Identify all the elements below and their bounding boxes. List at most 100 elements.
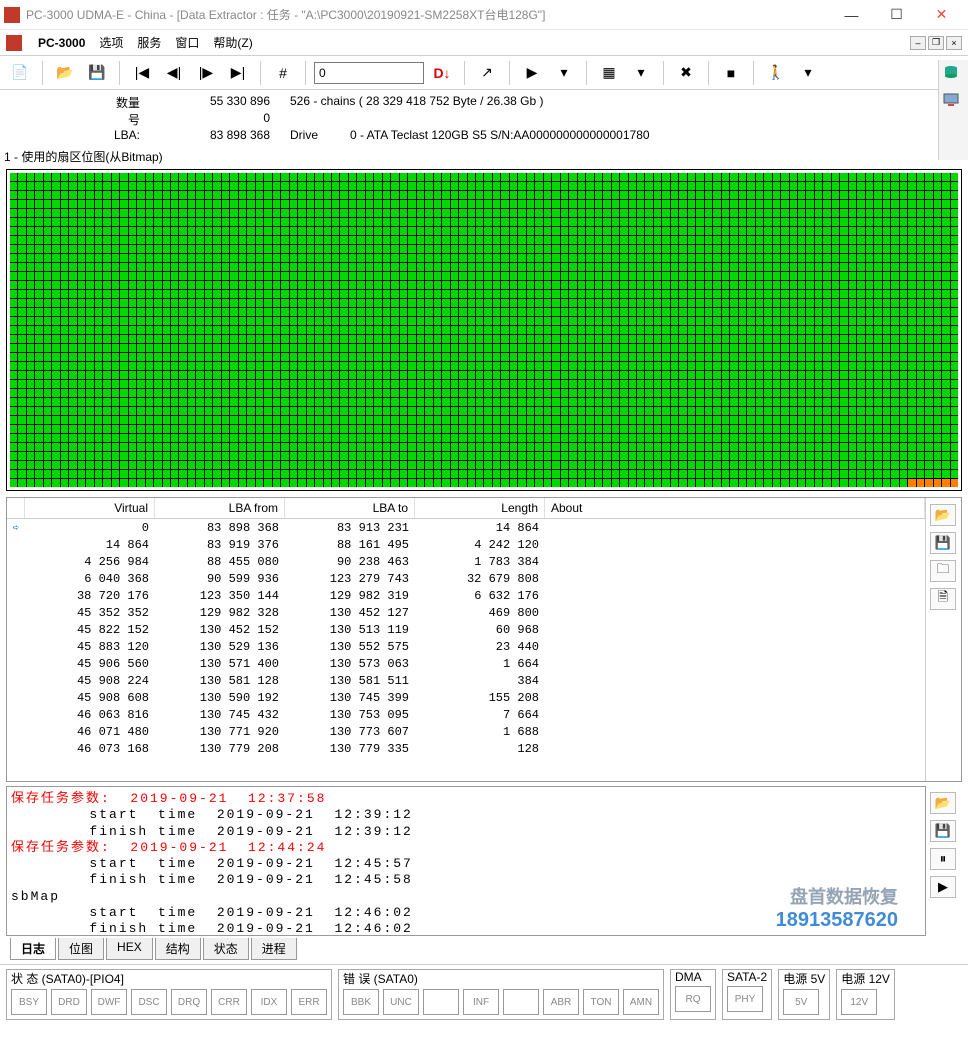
status-box: IDX bbox=[251, 989, 287, 1015]
next-button[interactable]: |▶ bbox=[192, 59, 220, 87]
table-row[interactable]: 38 720 176123 350 144129 982 3196 632 17… bbox=[7, 587, 925, 604]
mdi-minimize[interactable]: – bbox=[910, 36, 926, 50]
prev-button[interactable]: ◀| bbox=[160, 59, 188, 87]
tab-hex[interactable]: HEX bbox=[106, 938, 153, 960]
status-box: TON bbox=[583, 989, 619, 1015]
side-folder-button[interactable]: 🗀 bbox=[930, 560, 956, 582]
status-box: DRD bbox=[51, 989, 87, 1015]
status-box: AMN bbox=[623, 989, 659, 1015]
close-button[interactable]: ✕ bbox=[919, 1, 964, 29]
play-dd-button[interactable]: ▾ bbox=[550, 59, 578, 87]
col-length[interactable]: Length bbox=[415, 498, 545, 518]
status-title: 电源 12V bbox=[841, 970, 890, 987]
table-row[interactable]: 45 906 560130 571 400130 573 0631 664 bbox=[7, 655, 925, 672]
table-row[interactable]: 6 040 36890 599 936123 279 74332 679 808 bbox=[7, 570, 925, 587]
export-button[interactable]: ↗ bbox=[473, 59, 501, 87]
maximize-button[interactable]: ☐ bbox=[874, 1, 919, 29]
table-row[interactable]: 46 063 816130 745 432130 753 0957 664 bbox=[7, 706, 925, 723]
tab-bitmap[interactable]: 位图 bbox=[58, 938, 104, 960]
new-task-button[interactable]: 📄 bbox=[6, 59, 34, 87]
status-box: RQ bbox=[675, 986, 711, 1012]
side-doc-button[interactable]: 🗎 bbox=[930, 588, 956, 610]
status-box: CRR bbox=[211, 989, 247, 1015]
log-pause-button[interactable]: ⏸ bbox=[930, 848, 956, 870]
status-box: ERR bbox=[291, 989, 327, 1015]
exit-dd-button[interactable]: ▾ bbox=[794, 59, 822, 87]
status-group-pw5: 电源 5V 5V bbox=[778, 969, 830, 1020]
status-title: 电源 5V bbox=[783, 970, 825, 987]
window-title: PC-3000 UDMA-E - China - [Data Extractor… bbox=[26, 6, 829, 23]
watermark-line2: 18913587620 bbox=[776, 909, 898, 932]
status-box: ABR bbox=[543, 989, 579, 1015]
d-button[interactable]: D↓ bbox=[428, 59, 456, 87]
matrix-button[interactable]: ▦ bbox=[595, 59, 623, 87]
table-side-toolbar: 📂 💾 🗀 🗎 bbox=[925, 498, 961, 781]
col-lbato[interactable]: LBA to bbox=[285, 498, 415, 518]
log-side-toolbar: 📂 💾 ⏸ ▶ bbox=[926, 786, 962, 936]
log-play-button[interactable]: ▶ bbox=[930, 876, 956, 898]
side-save-button[interactable]: 💾 bbox=[930, 532, 956, 554]
status-bar: 状 态 (SATA0)-[PIO4]BSYDRDDWFDSCDRQCRRIDXE… bbox=[0, 964, 968, 1020]
table-row[interactable]: ➪083 898 36883 913 23114 864 bbox=[7, 519, 925, 536]
right-tool-column bbox=[938, 60, 968, 160]
open-button[interactable]: 📂 bbox=[51, 59, 79, 87]
save-button[interactable]: 💾 bbox=[83, 59, 111, 87]
tab-status[interactable]: 状态 bbox=[203, 938, 249, 960]
tab-struct[interactable]: 结构 bbox=[155, 938, 201, 960]
first-button[interactable]: |◀ bbox=[128, 59, 156, 87]
status-box: 5V bbox=[783, 989, 819, 1015]
table-row[interactable]: 46 071 480130 771 920130 773 6071 688 bbox=[7, 723, 925, 740]
bitmap-title: 1 - 使用的扇区位图(从Bitmap) bbox=[0, 146, 968, 167]
status-box bbox=[503, 989, 539, 1015]
menu-help[interactable]: 帮助(Z) bbox=[213, 34, 252, 51]
table-row[interactable]: 45 822 152130 452 152130 513 11960 968 bbox=[7, 621, 925, 638]
col-lbafrom[interactable]: LBA from bbox=[155, 498, 285, 518]
play-button[interactable]: ▶ bbox=[518, 59, 546, 87]
titlebar: PC-3000 UDMA-E - China - [Data Extractor… bbox=[0, 0, 968, 30]
num-label: 号 bbox=[10, 111, 150, 128]
exit-button[interactable]: 🚶 bbox=[762, 59, 790, 87]
status-title: 状 态 (SATA0)-[PIO4] bbox=[11, 970, 327, 987]
table-row[interactable]: 45 908 224130 581 128130 581 511384 bbox=[7, 672, 925, 689]
menu-options[interactable]: 选项 bbox=[99, 34, 123, 51]
table-row[interactable]: 45 352 352129 982 328130 452 127469 800 bbox=[7, 604, 925, 621]
row-pointer-icon: ➪ bbox=[13, 521, 20, 535]
tools-button[interactable]: ✖ bbox=[672, 59, 700, 87]
status-title: DMA bbox=[675, 970, 711, 984]
status-box: PHY bbox=[727, 986, 763, 1012]
status-box: DWF bbox=[91, 989, 127, 1015]
db-icon[interactable] bbox=[943, 64, 965, 86]
table-row[interactable]: 45 908 608130 590 192130 745 399155 208 bbox=[7, 689, 925, 706]
stop-button[interactable]: ■ bbox=[717, 59, 745, 87]
mdi-close[interactable]: × bbox=[946, 36, 962, 50]
log-save-button[interactable]: 💾 bbox=[930, 820, 956, 842]
table-row[interactable]: 46 073 168130 779 208130 779 335128 bbox=[7, 740, 925, 757]
menu-service[interactable]: 服务 bbox=[137, 34, 161, 51]
drive-value: 0 - ATA Teclast 120GB S5 S/N:AA000000000… bbox=[350, 128, 650, 142]
matrix-dd-button[interactable]: ▾ bbox=[627, 59, 655, 87]
table-row[interactable]: 14 86483 919 37688 161 4954 242 120 bbox=[7, 536, 925, 553]
watermark: 盘首数据恢复 18913587620 bbox=[776, 883, 898, 932]
tab-process[interactable]: 进程 bbox=[251, 938, 297, 960]
minimize-button[interactable]: — bbox=[829, 1, 874, 29]
side-open-button[interactable]: 📂 bbox=[930, 504, 956, 526]
col-virtual[interactable]: Virtual bbox=[25, 498, 155, 518]
status-group-dma: DMA RQ bbox=[670, 969, 716, 1020]
grid-button[interactable]: # bbox=[269, 59, 297, 87]
monitor-icon[interactable] bbox=[943, 92, 965, 114]
last-button[interactable]: ▶| bbox=[224, 59, 252, 87]
chain-table-scroll[interactable]: Virtual LBA from LBA to Length About ➪08… bbox=[7, 498, 925, 781]
table-row[interactable]: 4 256 98488 455 08090 238 4631 783 384 bbox=[7, 553, 925, 570]
tab-log[interactable]: 日志 bbox=[10, 938, 56, 960]
menu-window[interactable]: 窗口 bbox=[175, 34, 199, 51]
bottom-tabs: 日志 位图 HEX 结构 状态 进程 bbox=[0, 938, 968, 960]
position-input[interactable] bbox=[314, 62, 424, 84]
table-header: Virtual LBA from LBA to Length About bbox=[7, 498, 925, 519]
bitmap-view[interactable] bbox=[6, 169, 962, 491]
status-title: 错 误 (SATA0) bbox=[343, 970, 659, 987]
col-about[interactable]: About bbox=[545, 498, 925, 518]
table-row[interactable]: 45 883 120130 529 136130 552 57523 440 bbox=[7, 638, 925, 655]
log-open-button[interactable]: 📂 bbox=[930, 792, 956, 814]
mdi-restore[interactable]: ❐ bbox=[928, 36, 944, 50]
module-name: PC-3000 bbox=[38, 36, 85, 50]
